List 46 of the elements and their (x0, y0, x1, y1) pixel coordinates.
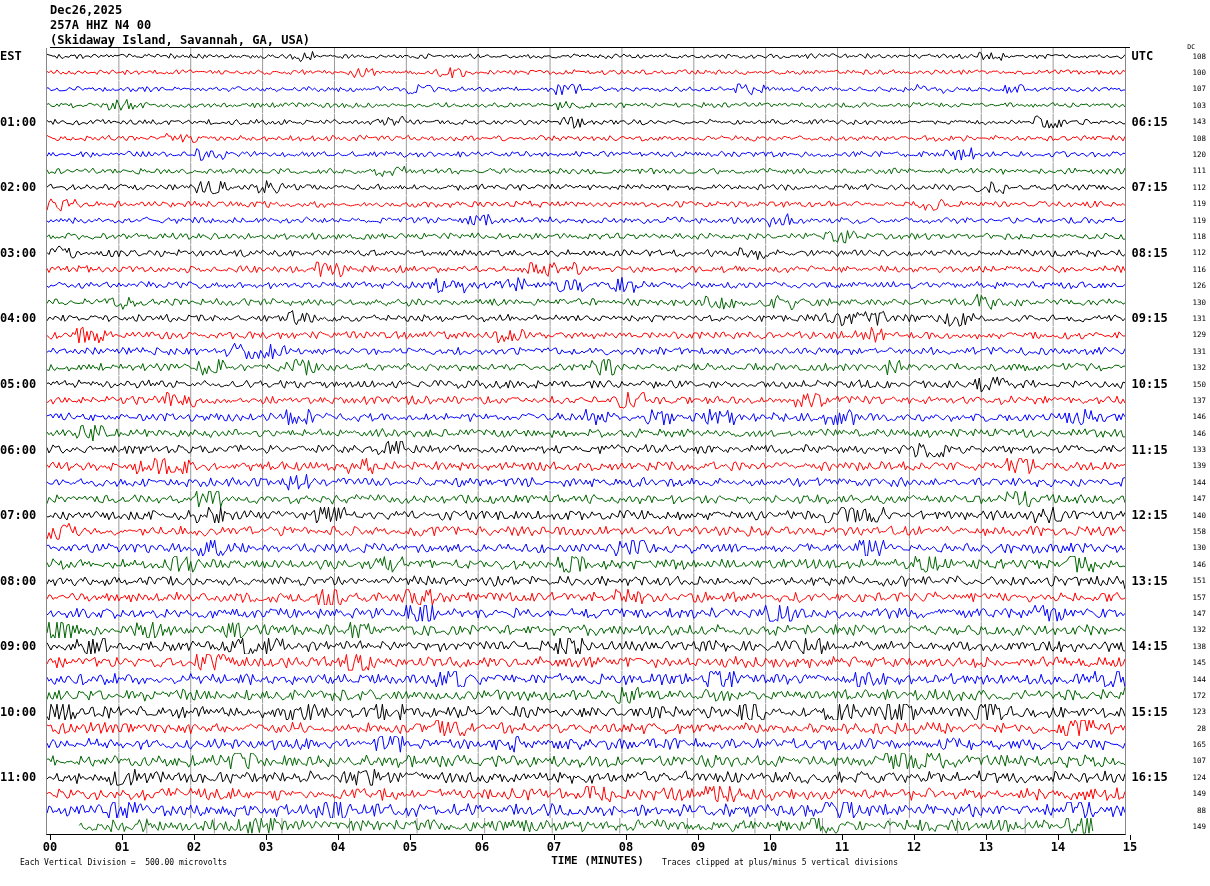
est-time-label: 08:00 (0, 573, 37, 588)
utc-time-label: 14:15 (1131, 639, 1168, 654)
tick-label: 00 (41, 839, 59, 854)
tick-label: 07 (545, 839, 563, 854)
station-location: (Skidaway Island, Savannah, GA, USA) (50, 33, 311, 48)
est-time-label: 05:00 (0, 377, 37, 391)
utc-time-label: 15:15 (1131, 704, 1168, 719)
tick-label: 15 (1121, 839, 1139, 854)
tick-label: 01 (113, 839, 131, 854)
est-time-label: 11:00 (0, 770, 37, 785)
utc-time-label: 10:15 (1131, 377, 1168, 391)
utc-time-label: 16:15 (1131, 770, 1168, 785)
est-time-label: 02:00 (0, 180, 37, 195)
station-code: 257A HHZ N4 00 (50, 18, 152, 33)
est-time-label: 07:00 (0, 508, 37, 523)
tick-label: 11 (833, 839, 851, 854)
clip-note: Traces clipped at plus/minus 5 vertical divisions (661, 857, 899, 867)
est-time-label: 03:00 (0, 245, 37, 260)
tick-label: 02 (185, 839, 203, 854)
plot-date: Dec26,2025 (50, 3, 123, 18)
utc-time-label: 09:15 (1131, 311, 1168, 326)
est-time-label: 06:00 (0, 442, 37, 457)
tick-label: 06 (473, 839, 491, 854)
est-time-label: 01:00 (0, 114, 37, 129)
scale-note: Each Vertical Division = 500.00 microvolts (19, 857, 229, 867)
tick-label: 13 (977, 839, 995, 854)
tick-label: 05 (401, 839, 419, 854)
axis-title: TIME (MINUTES) (550, 853, 645, 867)
est-time-label: 09:00 (0, 639, 37, 654)
utc-time-label: 12:15 (1131, 508, 1168, 523)
utc-time-label: 11:15 (1131, 442, 1168, 457)
axis-title: EST (0, 49, 22, 64)
tick-label: 12 (905, 839, 923, 854)
est-time-label: 04:00 (0, 311, 37, 326)
utc-time-label: 08:15 (1131, 245, 1168, 260)
tick-label: 14 (1049, 839, 1067, 854)
tick-label: 08 (617, 839, 635, 854)
tick-label: 10 (761, 839, 779, 854)
utc-time-label: 07:15 (1131, 180, 1168, 195)
tick-label: 09 (689, 839, 707, 854)
utc-time-label: 06:15 (1131, 114, 1168, 129)
est-time-label: 10:00 (0, 704, 37, 719)
utc-time-label: 13:15 (1131, 573, 1168, 588)
axis-title: UTC (1131, 49, 1154, 64)
tick-label: 03 (257, 839, 275, 854)
tick-label: 04 (329, 839, 347, 854)
